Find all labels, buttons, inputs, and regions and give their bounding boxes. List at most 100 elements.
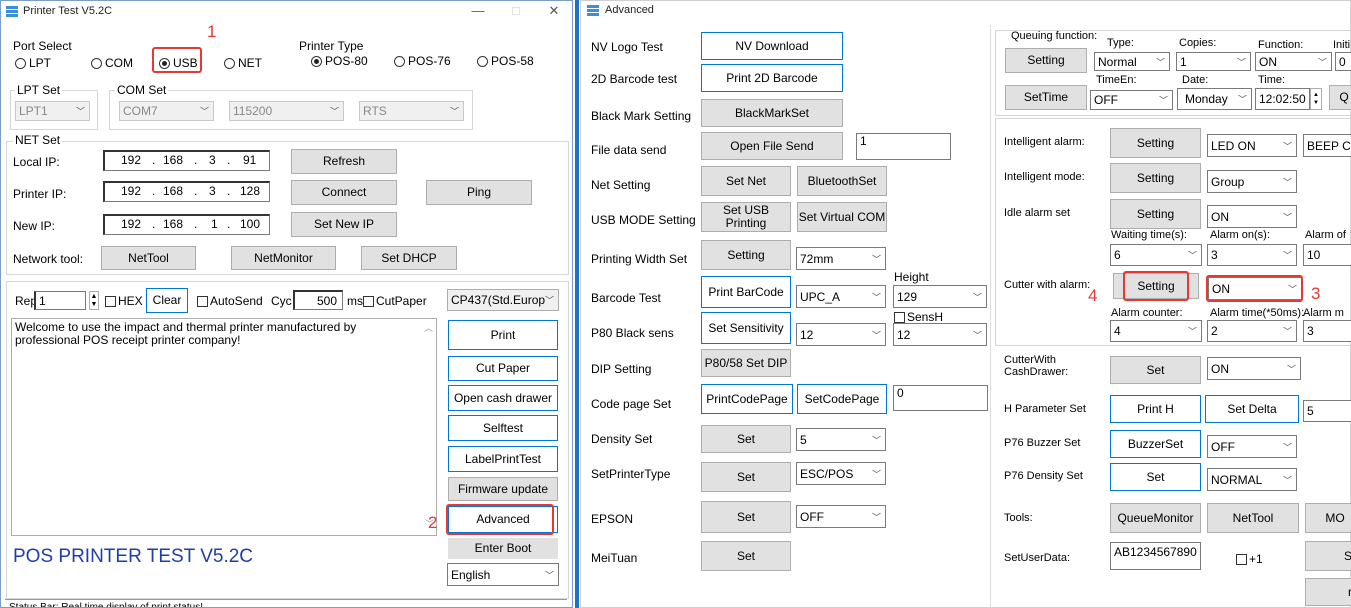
plus1-checkbox[interactable]: +1 (1236, 552, 1263, 566)
idle-alarm-setting-button[interactable]: Setting (1110, 199, 1201, 229)
cutter-cash-select[interactable]: ON ﹀ (1207, 357, 1301, 380)
p80-58-set-dip-button[interactable]: P80/58 Set DIP (701, 349, 791, 377)
printer-type-set-button[interactable]: Set (701, 462, 791, 492)
set-delta-button[interactable]: Set Delta (1205, 395, 1299, 423)
rep-stepper[interactable]: ▲ ▼ (89, 291, 99, 310)
label-print-test-button[interactable]: LabelPrintTest (448, 446, 558, 472)
user-data-ret-button[interactable]: ret (1305, 578, 1351, 606)
set-codepage-button[interactable]: SetCodePage (797, 384, 887, 414)
cutter-cash-set-button[interactable]: Set (1110, 356, 1201, 384)
codepage-select[interactable]: CP437(Std.Europe ﹀ (447, 289, 559, 311)
copies-select[interactable]: 1 ﹀ (1176, 52, 1251, 71)
radio-lpt[interactable]: LPT (15, 56, 51, 70)
set-dhcp-button[interactable]: Set DHCP (361, 246, 457, 270)
time-stepper[interactable]: ▲ ▼ (1310, 88, 1322, 110)
rep-input[interactable]: 1 (34, 291, 86, 310)
queue-q-button[interactable]: Q (1329, 85, 1351, 110)
advanced-button[interactable]: Advanced (448, 506, 558, 533)
refresh-button[interactable]: Refresh (291, 149, 397, 174)
printing-width-setting-button[interactable]: Setting (701, 240, 791, 270)
cyc-input[interactable]: 500 (293, 290, 343, 310)
flow-select[interactable]: RTS ﹀ (359, 101, 464, 121)
ping-button[interactable]: Ping (426, 180, 532, 205)
blackmarkset-button[interactable]: BlackMarkSet (701, 99, 843, 127)
user-data-input[interactable]: AB1234567890 (1110, 542, 1201, 570)
firmware-update-button[interactable]: Firmware update (448, 477, 558, 501)
alarm-m-select[interactable]: 3 (1303, 320, 1351, 342)
user-data-s-button[interactable]: S (1305, 541, 1351, 571)
close-icon[interactable]: ✕ (539, 3, 569, 19)
scrollbar-up-icon[interactable]: ︿ (424, 321, 433, 334)
h-param-select[interactable]: 5 (1303, 400, 1351, 422)
radio-usb[interactable]: USB (159, 56, 198, 70)
new-ip-field[interactable]: 192. 168. 1. 100 (103, 214, 270, 235)
print-button[interactable]: Print (448, 320, 558, 350)
density-select[interactable]: 5 ﹀ (796, 428, 886, 451)
open-file-send-button[interactable]: Open File Send (701, 132, 843, 160)
cutter-alarm-setting-button[interactable]: Setting (1113, 273, 1199, 299)
p76-density-set-button[interactable]: Set (1110, 463, 1201, 491)
nettool-button[interactable]: NetTool (101, 246, 196, 270)
barcode-type-select[interactable]: UPC_A ﹀ (796, 285, 886, 308)
tools-nettool-button[interactable]: NetTool (1207, 503, 1299, 533)
type-select[interactable]: Normal ﹀ (1094, 52, 1170, 71)
set-virtual-com-button[interactable]: Set Virtual COM (797, 202, 887, 232)
buzzer-select[interactable]: OFF ﹀ (1207, 435, 1297, 458)
print-2d-barcode-button[interactable]: Print 2D Barcode (701, 64, 843, 92)
print-codepage-button[interactable]: PrintCodePage (701, 384, 793, 414)
enter-boot-button[interactable]: Enter Boot (448, 538, 558, 559)
connect-button[interactable]: Connect (291, 180, 397, 205)
alarm-counter-select[interactable]: 4 ﹀ (1110, 320, 1202, 342)
sensh-select[interactable]: 12 ﹀ (893, 323, 987, 346)
printer-type-select[interactable]: ESC/POS ﹀ (796, 462, 886, 485)
timeen-select[interactable]: OFF ﹀ (1090, 90, 1173, 110)
buzzer-set-button[interactable]: BuzzerSet (1110, 430, 1201, 458)
set-new-ip-button[interactable]: Set New IP (291, 212, 397, 237)
tools-mo-button[interactable]: MO (1305, 503, 1351, 533)
message-textarea[interactable]: Welcome to use the impact and thermal pr… (11, 318, 437, 536)
radio-pos58[interactable]: POS-58 (477, 54, 534, 68)
com-port-select[interactable]: COM7 ﹀ (119, 101, 214, 121)
file-send-input[interactable]: 1 (856, 133, 951, 160)
print-h-button[interactable]: Print H (1110, 395, 1201, 423)
intelligent-mode-setting-button[interactable]: Setting (1110, 163, 1201, 193)
radio-net[interactable]: NET (224, 56, 262, 70)
cut-paper-button[interactable]: Cut Paper (448, 356, 558, 381)
set-usb-printing-button[interactable]: Set USB Printing (701, 202, 791, 232)
waiting-time-select[interactable]: 6 ﹀ (1110, 244, 1202, 266)
time-picker[interactable]: 12:02:50 PI (1255, 88, 1310, 110)
clear-button[interactable]: Clear (146, 288, 188, 313)
printer-ip-field[interactable]: 192. 168. 3. 128 (103, 181, 270, 202)
alarm-time-select[interactable]: 2 ﹀ (1207, 320, 1297, 342)
cutter-alarm-select[interactable]: ON ﹀ (1208, 277, 1302, 300)
meituan-set-button[interactable]: Set (701, 541, 791, 571)
epson-set-button[interactable]: Set (701, 501, 791, 533)
function-select[interactable]: ON ﹀ (1255, 52, 1332, 71)
codepage-input[interactable]: 0 (893, 385, 988, 411)
sensitivity-select[interactable]: 12 ﹀ (796, 323, 886, 346)
baud-select[interactable]: 115200 ﹀ (229, 101, 344, 121)
open-cash-drawer-button[interactable]: Open cash drawer (448, 385, 558, 411)
maximize-icon[interactable]: □ (501, 3, 531, 18)
barcode-height-select[interactable]: 129 ﹀ (893, 285, 987, 308)
sensh-checkbox[interactable]: SensH (894, 310, 943, 324)
alarm-on-select[interactable]: 3 ﹀ (1207, 244, 1297, 266)
radio-com[interactable]: COM (91, 56, 133, 70)
epson-select[interactable]: OFF ﹀ (796, 505, 886, 528)
nv-download-button[interactable]: NV Download (701, 32, 843, 60)
intelligent-alarm-setting-button[interactable]: Setting (1110, 128, 1201, 158)
density-set-button[interactable]: Set (701, 425, 791, 453)
date-select[interactable]: Monday ﹀ (1177, 88, 1252, 110)
language-select[interactable]: English ﹀ (447, 563, 559, 586)
cutpaper-checkbox[interactable]: CutPaper (363, 294, 427, 308)
set-net-button[interactable]: Set Net (701, 166, 791, 196)
init-select[interactable]: 0 (1335, 52, 1351, 71)
alarm-off-select[interactable]: 10 (1303, 244, 1351, 266)
autosend-checkbox[interactable]: AutoSend (197, 294, 263, 308)
bluetooth-set-button[interactable]: BluetoothSet (797, 166, 887, 196)
queue-monitor-button[interactable]: QueueMonitor (1110, 503, 1201, 533)
netmonitor-button[interactable]: NetMonitor (231, 246, 336, 270)
idle-alarm-select[interactable]: ON ﹀ (1207, 205, 1297, 228)
p76-density-select[interactable]: NORMAL ﹀ (1207, 468, 1297, 491)
queuing-setting-button[interactable]: Setting (1005, 48, 1087, 73)
